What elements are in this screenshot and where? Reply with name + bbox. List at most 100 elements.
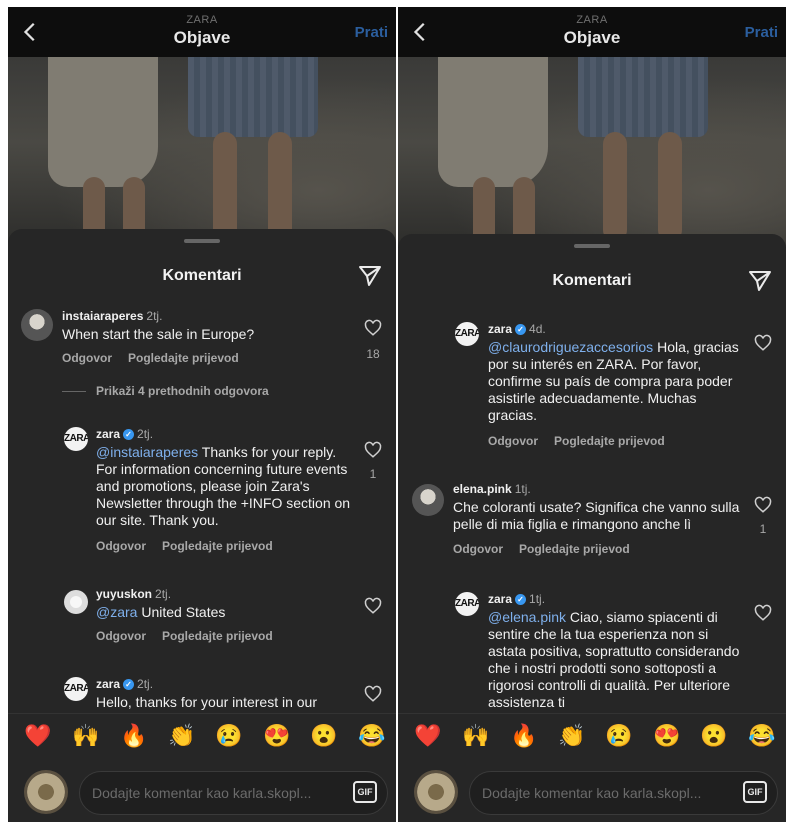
heart-icon[interactable] [754,334,772,352]
reply-button[interactable]: Odgovor [96,539,146,553]
avatar[interactable]: ZARA [64,677,88,701]
comment-input[interactable]: Dodajte komentar kao karla.skopl... GIF [79,771,388,815]
translate-button[interactable]: Pogledajte prijevod [162,629,273,643]
follow-button[interactable]: Prati [745,24,778,41]
comment-actions: Odgovor Pogledajte prijevod [453,542,646,556]
share-send-icon[interactable] [358,264,382,288]
account-name: ZARA [576,14,608,26]
comment-item: ZARA zara ✓ 4d. @claurodriguezaccesorios H… [398,322,786,452]
emoji-raised-hands[interactable]: 🙌 [72,723,99,749]
emoji-crying[interactable]: 😢 [215,723,242,749]
comment-composer: Dodajte komentar kao karla.skopl... GIF [8,763,396,822]
comment-composer: Dodajte komentar kao karla.skopl... GIF [398,763,786,822]
emoji-heart[interactable]: ❤️ [414,723,441,749]
comment-item: ZARA zara ✓ 2tj. @instaiaraperes Thanks fo… [8,427,396,557]
comment-username[interactable]: zara ✓ 1tj. [488,592,545,606]
page-title: Objave [563,28,621,47]
emoji-surprised[interactable]: 😮 [700,723,727,749]
view-more-replies[interactable]: Prikaži 4 prethodnih odgovora [62,384,269,398]
reply-button[interactable]: Odgovor [62,351,112,365]
comment-actions: Odgovor Pogledajte prijevod [62,351,255,365]
comment-actions: Odgovor Pogledajte prijevod [96,539,289,553]
reply-button[interactable]: Odgovor [488,434,538,448]
translate-button[interactable]: Pogledajte prijevod [519,542,630,556]
heart-icon[interactable] [754,604,772,622]
comment-text: Che coloranti usate? Significa che vanno… [453,499,740,532]
comment-username[interactable]: zara ✓ 2tj. [96,427,153,441]
account-name: ZARA [186,14,218,26]
sheet-title: Komentari [552,272,632,289]
follow-button[interactable]: Prati [355,24,388,41]
emoji-heart-eyes[interactable]: 😍 [263,723,290,749]
gif-icon[interactable]: GIF [743,781,767,803]
verified-badge-icon: ✓ [123,679,135,690]
mention-link[interactable]: @elena.pink [488,609,566,625]
my-avatar [24,770,68,814]
input-placeholder: Dodajte komentar kao karla.skopl... [92,785,312,801]
comment-text: @elena.pink Ciao, siamo spiacenti di sen… [488,609,740,710]
comment-text: @zara United States [96,604,226,620]
my-avatar [414,770,458,814]
sheet-drag-handle[interactable] [574,244,610,248]
top-bar: ZARA Objave Prati [398,7,786,57]
avatar[interactable]: ZARA [455,322,479,346]
heart-icon[interactable] [364,319,382,337]
mention-link[interactable]: @claurodriguezaccesorios [488,339,653,355]
comment-username[interactable]: instaiaraperes 2tj. [62,309,162,323]
verified-badge-icon: ✓ [515,324,527,335]
avatar[interactable]: ZARA [64,427,88,451]
emoji-laughing[interactable]: 😂 [358,723,385,749]
avatar[interactable] [64,590,88,614]
comment-item: ZARA zara ✓ 2tj. Hello, thanks for your in… [8,677,396,713]
comment-item: ZARA zara ✓ 1tj. @elena.pink Ciao, siamo s… [398,592,786,712]
verified-badge-icon: ✓ [123,429,135,440]
heart-icon[interactable] [754,496,772,514]
comment-item: elena.pink 1tj. Che coloranti usate? Sign… [398,482,786,562]
sheet-title: Komentari [162,267,242,284]
comment-item: yuyuskon 2tj. @zara United States Odgovor… [8,587,396,647]
emoji-fire[interactable]: 🔥 [120,723,147,749]
comment-username[interactable]: zara ✓ 4d. [488,322,546,336]
sheet-drag-handle[interactable] [184,239,220,243]
emoji-raised-hands[interactable]: 🙌 [462,723,489,749]
comment-actions: Odgovor Pogledajte prijevod [96,629,289,643]
like-count: 18 [366,347,380,361]
comment-username[interactable]: yuyuskon 2tj. [96,587,171,601]
avatar[interactable] [412,484,444,516]
heart-icon[interactable] [364,597,382,615]
verified-badge-icon: ✓ [515,594,527,605]
emoji-fire[interactable]: 🔥 [510,723,537,749]
comment-text: Hello, thanks for your interest in our [96,694,317,710]
like-count: 1 [759,522,767,536]
translate-button[interactable]: Pogledajte prijevod [162,539,273,553]
post-photo [8,57,396,247]
input-placeholder: Dodajte komentar kao karla.skopl... [482,785,702,801]
emoji-heart-eyes[interactable]: 😍 [653,723,680,749]
avatar[interactable] [21,309,53,341]
mention-link[interactable]: @zara [96,604,137,620]
comment-username[interactable]: elena.pink 1tj. [453,482,531,496]
comment-text: When start the sale in Europe? [62,326,255,342]
emoji-clap[interactable]: 👏 [168,723,195,749]
avatar[interactable]: ZARA [455,592,479,616]
comment-input[interactable]: Dodajte komentar kao karla.skopl... GIF [469,771,778,815]
gif-icon[interactable]: GIF [353,781,377,803]
quick-emoji-bar: ❤️ 🙌 🔥 👏 😢 😍 😮 😂 [398,713,786,763]
reply-button[interactable]: Odgovor [96,629,146,643]
emoji-heart[interactable]: ❤️ [24,723,51,749]
emoji-surprised[interactable]: 😮 [310,723,337,749]
emoji-crying[interactable]: 😢 [605,723,632,749]
emoji-laughing[interactable]: 😂 [748,723,775,749]
reply-button[interactable]: Odgovor [453,542,503,556]
translate-button[interactable]: Pogledajte prijevod [554,434,665,448]
share-send-icon[interactable] [748,269,772,293]
emoji-clap[interactable]: 👏 [558,723,585,749]
heart-icon[interactable] [364,685,382,703]
mention-link[interactable]: @instaiaraperes [96,444,198,460]
heart-icon[interactable] [364,441,382,459]
screen-left: ZARA Objave Prati Komentari instaiaraper… [8,7,396,822]
comment-username[interactable]: zara ✓ 2tj. [96,677,153,691]
comment-item: instaiaraperes 2tj. When start the sale i… [8,309,396,379]
like-count: 1 [369,467,377,481]
translate-button[interactable]: Pogledajte prijevod [128,351,239,365]
